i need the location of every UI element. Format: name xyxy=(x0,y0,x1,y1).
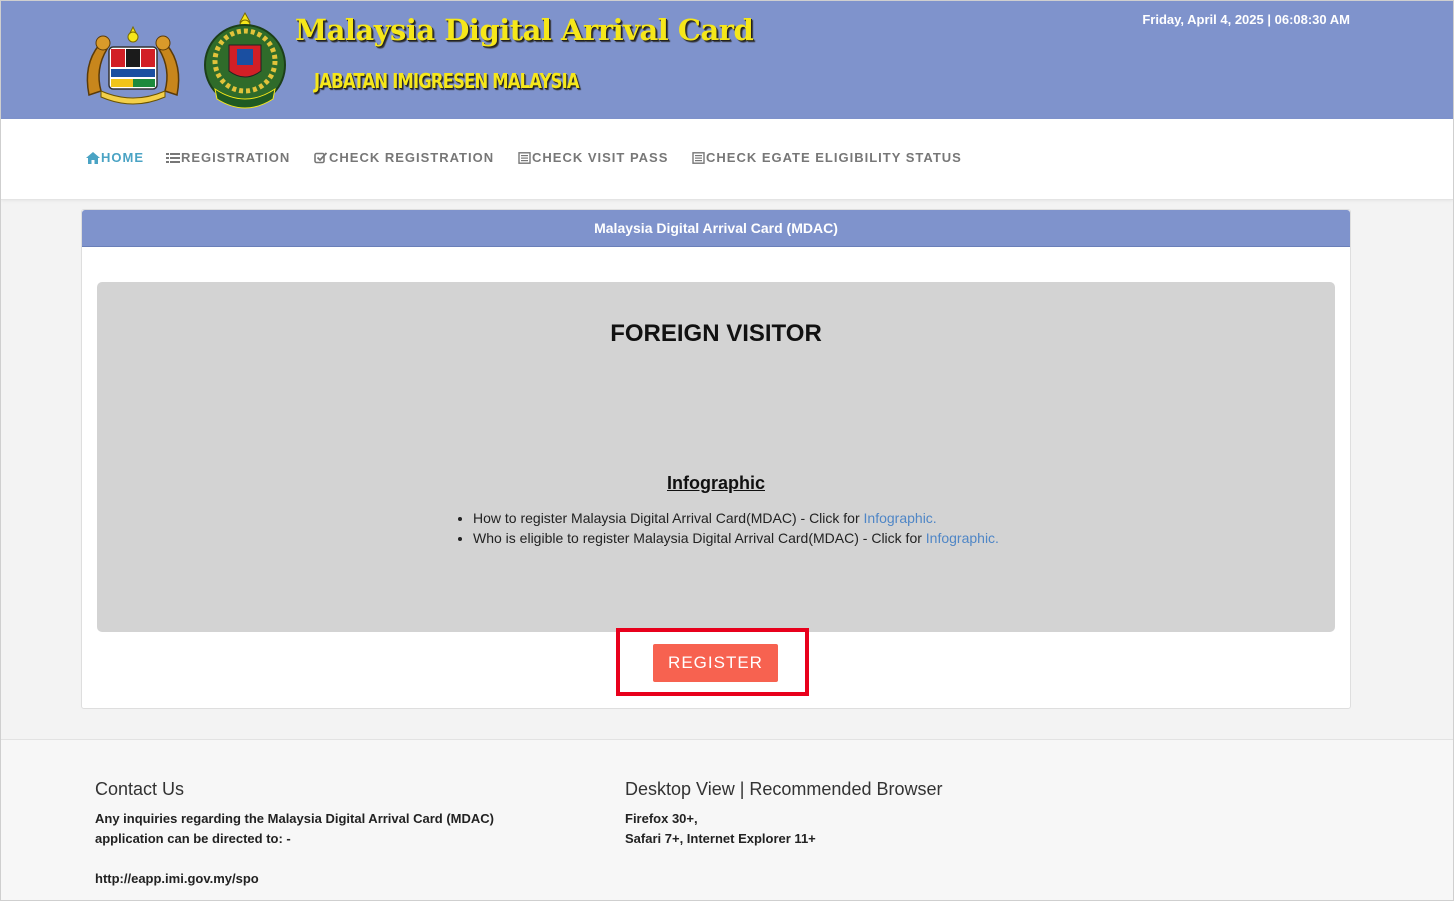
home-icon xyxy=(86,151,100,164)
nav-item-label: REGISTRATION xyxy=(181,150,291,165)
mdac-panel: Malaysia Digital Arrival Card (MDAC) FOR… xyxy=(81,209,1351,709)
browser-text-line2: Safari 7+, Internet Explorer 11+ xyxy=(625,831,816,846)
nav-item-home[interactable]: HOME xyxy=(86,150,144,165)
nav-item-label: CHECK REGISTRATION xyxy=(329,150,495,165)
list-item-text: Who is eligible to register Malaysia Dig… xyxy=(473,530,926,546)
contact-text-line1: Any inquiries regarding the Malaysia Dig… xyxy=(95,811,494,826)
nav-item-check-registration[interactable]: CHECK REGISTRATION xyxy=(314,150,494,165)
infographic-title: Infographic xyxy=(667,473,765,493)
check-square-icon xyxy=(314,151,328,163)
nav-item-label: CHECK VISIT PASS xyxy=(532,150,669,165)
nav-item-check-visit-pass[interactable]: CHECK VISIT PASS xyxy=(518,150,668,165)
register-button[interactable]: REGISTER xyxy=(653,644,778,682)
immigration-emblem-logo xyxy=(204,11,286,109)
nav-item-label: CHECK EGATE ELIGIBILITY STATUS xyxy=(706,150,962,165)
coat-of-arms-logo xyxy=(86,25,180,105)
nav-item-label: HOME xyxy=(101,150,144,165)
main-nav: HOME REGISTRATION CHECK REGISTRATION CHE… xyxy=(1,119,1453,200)
nav-item-check-egate[interactable]: CHECK EGATE ELIGIBILITY STATUS xyxy=(692,150,962,165)
document-icon xyxy=(692,151,705,164)
list-item: Who is eligible to register Malaysia Dig… xyxy=(473,528,999,548)
document-icon xyxy=(518,151,531,164)
infographic-list: How to register Malaysia Digital Arrival… xyxy=(458,508,999,548)
footer: Contact Us Any inquiries regarding the M… xyxy=(1,739,1453,901)
contact-heading: Contact Us xyxy=(95,779,185,799)
browser-heading: Desktop View | Recommended Browser xyxy=(625,779,943,799)
panel-heading: Malaysia Digital Arrival Card (MDAC) xyxy=(82,210,1350,247)
header-banner: Malaysia Digital Arrival Card JABATAN IM… xyxy=(1,1,1453,119)
foreign-visitor-box: FOREIGN VISITOR Infographic How to regis… xyxy=(97,282,1335,632)
contact-text-line2: application can be directed to: - xyxy=(95,831,291,846)
nav-item-registration[interactable]: REGISTRATION xyxy=(166,150,290,165)
site-title: Malaysia Digital Arrival Card xyxy=(295,13,754,47)
browser-text-line1: Firefox 30+, xyxy=(625,811,698,826)
list-icon xyxy=(166,152,180,163)
contact-url[interactable]: http://eapp.imi.gov.my/spo xyxy=(95,869,259,889)
list-item: How to register Malaysia Digital Arrival… xyxy=(473,508,999,528)
infographic-link[interactable]: Infographic. xyxy=(864,510,937,526)
section-title: FOREIGN VISITOR xyxy=(610,320,822,347)
infographic-link[interactable]: Infographic. xyxy=(926,530,999,546)
site-subtitle: JABATAN IMIGRESEN MALAYSIA xyxy=(314,69,580,93)
current-datetime: Friday, April 4, 2025 | 06:08:30 AM xyxy=(1142,12,1350,27)
list-item-text: How to register Malaysia Digital Arrival… xyxy=(473,510,864,526)
